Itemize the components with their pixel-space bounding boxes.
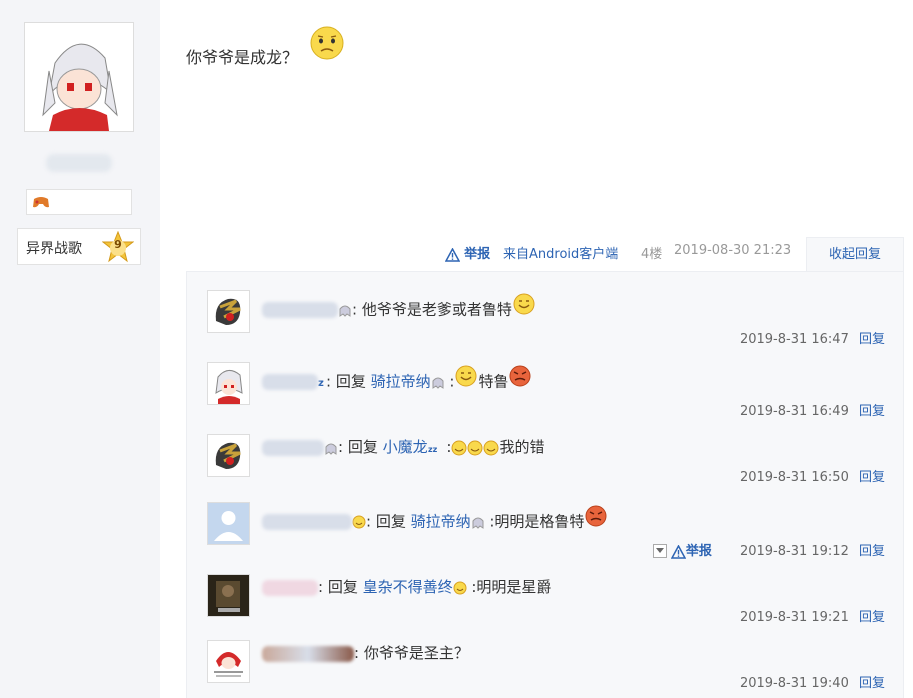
ghost-icon (325, 443, 337, 455)
sleep-icon: zz (428, 445, 438, 454)
post-report-label: 举报 (464, 247, 491, 262)
avatar-image (208, 363, 249, 404)
reply-text: : 你爷爷是圣主？ (262, 642, 469, 663)
avatar-image (25, 23, 133, 131)
grin-face-icon (513, 293, 535, 315)
reply-report-link[interactable]: 举报 (670, 543, 712, 559)
avatar-image (208, 641, 249, 682)
reply-content: : 他爷爷是老爹或者鲁特 (352, 300, 512, 319)
reply-content: :明明是星爵 (466, 578, 552, 596)
reply-list: : 他爷爷是老爹或者鲁特 2019-8-31 16:47 回复 z: 回复 骑拉… (186, 271, 904, 698)
worried-face-icon (310, 26, 344, 60)
ghost-icon (472, 517, 484, 529)
laugh-cry-emoji-icon (451, 440, 499, 455)
post-floor: 4楼 (641, 247, 663, 262)
reply-content: : 回复 (326, 372, 371, 391)
reply-time: 2019-8-31 19:12 (739, 544, 849, 559)
reply-target-user[interactable]: 小魔龙 (383, 438, 428, 456)
reply-button[interactable]: 回复 (859, 332, 885, 347)
reply-username[interactable] (262, 374, 318, 390)
collapse-replies-button[interactable]: 收起回复 (806, 237, 904, 271)
reply-text: : 他爷爷是老爹或者鲁特 (262, 293, 536, 322)
reply-meta: 2019-8-31 19:40 回复 (740, 672, 885, 691)
avatar-image (208, 575, 249, 616)
reply-meta: 2019-8-31 16:49 回复 (740, 400, 885, 419)
reply-avatar[interactable] (207, 640, 250, 683)
reply-text: : 回复 小魔龙 zz : 我的错 (262, 436, 544, 457)
reply-avatar[interactable] (207, 574, 250, 617)
post-source: 来自Android客户端 (503, 247, 619, 262)
reply-meta: 2019-8-31 16:50 回复 (740, 466, 885, 485)
reply-text: : 回复 骑拉帝纳 :明明是格鲁特 (262, 505, 608, 534)
reply-username[interactable] (262, 514, 352, 530)
level-badge[interactable]: 异界战歌 9 (17, 228, 141, 265)
reply-username[interactable] (262, 302, 338, 318)
svg-text:zz: zz (428, 445, 438, 454)
reply-time: 2019-8-31 16:47 (739, 332, 849, 347)
ghost-icon (432, 377, 444, 389)
reply-content: : 回复 (318, 578, 363, 596)
author-sidebar: 异界战歌 9 (0, 0, 160, 698)
svg-text:z: z (318, 378, 324, 388)
reply-meta: 2019-8-31 19:21 回复 (740, 606, 885, 625)
reply-username[interactable] (262, 645, 354, 662)
reply-avatar[interactable] (207, 290, 250, 333)
reply-time: 2019-8-31 16:49 (739, 404, 849, 419)
post-content: 你爷爷是成龙？ (186, 48, 299, 67)
reply-report-label: 举报 (685, 544, 712, 559)
reply-content: 特鲁 (478, 372, 509, 391)
reply-meta: 2019-8-31 16:47 回复 (740, 328, 885, 347)
reply-content: : 回复 (366, 512, 411, 531)
level-name: 异界战歌 (26, 241, 82, 257)
reply-avatar[interactable] (207, 434, 250, 477)
reply-content: : 你爷爷是圣主？ (354, 644, 469, 662)
reply-time: 2019-8-31 19:21 (739, 610, 849, 625)
reply-button[interactable]: 回复 (859, 470, 885, 485)
author-avatar[interactable] (24, 22, 134, 132)
gamepad-icon (33, 197, 49, 208)
reply-content: :明明是格鲁特 (484, 512, 585, 531)
reply-button[interactable]: 回复 (859, 544, 885, 559)
reply-username[interactable] (262, 439, 324, 456)
ghost-icon (339, 305, 351, 317)
grin-face-icon (455, 365, 477, 387)
sleep-icon: z (318, 378, 324, 389)
reply-avatar[interactable] (207, 502, 250, 545)
author-name-blurred (46, 154, 112, 172)
reply-button[interactable]: 回复 (859, 404, 885, 419)
avatar-image (208, 291, 249, 332)
post-source-link[interactable]: 来自Android客户端 (503, 243, 618, 262)
reply-button[interactable]: 回复 (859, 676, 885, 691)
default-avatar-icon (208, 503, 249, 544)
reply-content: : 回复 (338, 438, 383, 456)
reply-target-user[interactable]: 皇杂不得善终 (363, 578, 453, 596)
warning-icon (670, 543, 687, 559)
reply-colon: : (444, 372, 455, 391)
reply-time: 2019-8-31 16:50 (739, 470, 849, 485)
warning-icon (444, 246, 461, 262)
post-time: 2019-08-30 21:23 (674, 243, 792, 258)
reply-avatar[interactable] (207, 362, 250, 405)
level-number: 9 (114, 238, 122, 251)
reply-colon: : (441, 438, 452, 456)
reply-username[interactable] (262, 579, 318, 596)
reply-target-user[interactable]: 骑拉帝纳 (371, 373, 431, 391)
reply-more-dropdown[interactable] (652, 543, 667, 558)
reply-target-user[interactable]: 骑拉帝纳 (411, 513, 471, 531)
smile-face-icon (352, 515, 366, 529)
angry-face-icon (585, 505, 607, 527)
reply-content: 我的错 (499, 438, 545, 456)
reply-text: z: 回复 骑拉帝纳 : 特鲁 (262, 365, 532, 394)
angry-face-icon (509, 365, 531, 387)
reply-text: : 回复 皇杂不得善终 :明明是星爵 (262, 576, 551, 597)
post-report-link[interactable]: 举报 (444, 243, 491, 262)
badge-box (26, 189, 132, 215)
reply-time: 2019-8-31 19:40 (739, 676, 849, 691)
smile-face-icon (453, 581, 467, 594)
reply-button[interactable]: 回复 (859, 610, 885, 625)
reply-meta: 举报 2019-8-31 19:12 回复 (652, 540, 885, 559)
avatar-image (208, 435, 249, 476)
